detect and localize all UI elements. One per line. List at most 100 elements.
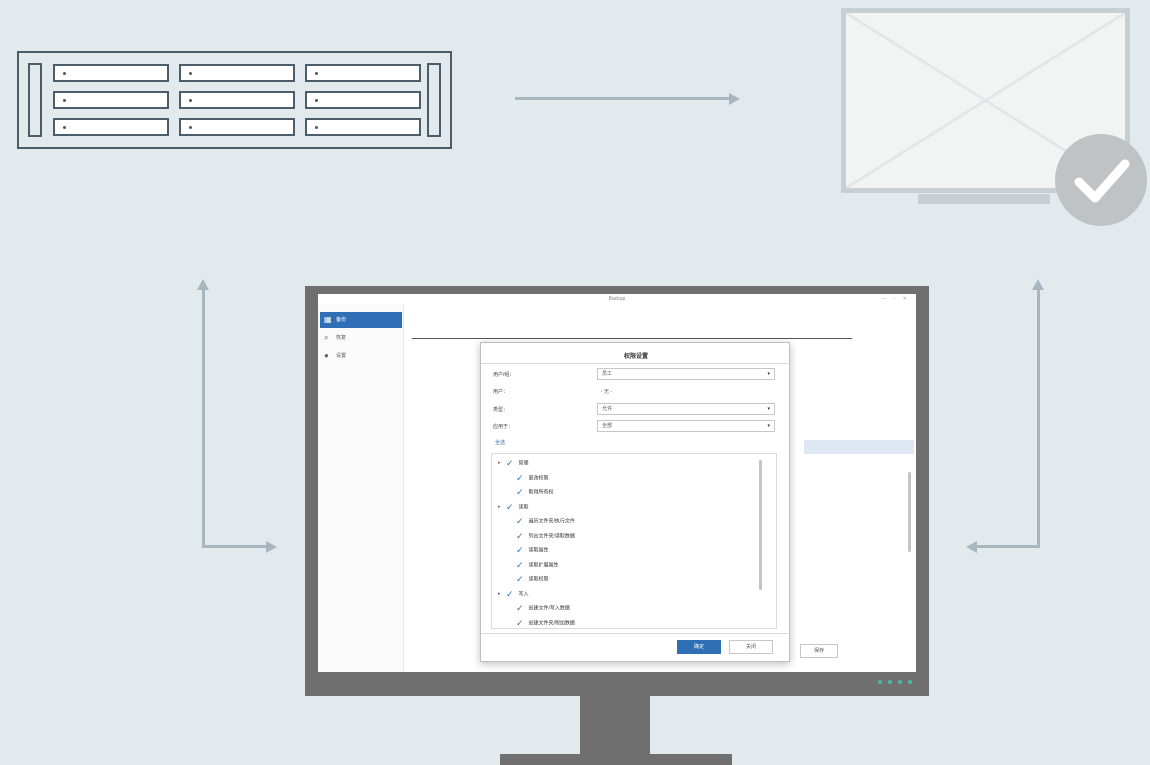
tree-item-label: 读取 — [518, 503, 529, 510]
ok-button[interactable]: 确定 — [677, 640, 721, 654]
status-led — [878, 680, 882, 684]
rack-server — [17, 51, 452, 149]
expand-toggle-icon[interactable]: ▸ — [498, 587, 506, 601]
drive-bay — [179, 64, 295, 82]
window-title: Backup — [608, 296, 626, 302]
tree-item[interactable]: ✓ 读取属性 — [516, 543, 549, 557]
save-button[interactable]: 保存 — [800, 644, 838, 658]
checkbox-check-icon[interactable]: ✓ — [516, 529, 524, 543]
tree-item-label: 读取权限 — [528, 576, 549, 583]
arrow-right-horizontal — [976, 545, 1040, 548]
monitor-stand-neck — [580, 696, 650, 754]
window-controls[interactable]: — ▫ ✕ — [881, 296, 910, 302]
checkbox-check-icon[interactable]: ✓ — [506, 456, 514, 470]
checkbox-check-icon[interactable]: ✓ — [516, 471, 524, 485]
dialog-footer-divider — [481, 633, 791, 634]
checkbox-check-icon[interactable]: ✓ — [516, 514, 524, 528]
arrow-left-horizontal — [202, 545, 268, 548]
tree-item[interactable]: ✓ 取得所有权 — [516, 485, 554, 499]
arrow-right-vertical — [1037, 290, 1040, 548]
expand-toggle-icon[interactable]: ▸ — [498, 456, 506, 470]
monitor-screen: Backup — ▫ ✕ ▦ 备份 ⌕ 恢复 ● 设置 保存 权限设置 用户/组… — [318, 294, 916, 672]
field-label: 用户： — [493, 389, 509, 395]
drive-led-icon — [315, 72, 318, 75]
tree-item[interactable]: ✓ 遍历文件夹/执行文件 — [516, 514, 575, 528]
drive-led-icon — [189, 126, 192, 129]
tree-item[interactable]: ▸ ✓ 读取 — [498, 500, 529, 514]
checkbox-check-icon[interactable]: ✓ — [506, 587, 514, 601]
drive-bay — [53, 91, 169, 109]
checkbox-check-icon[interactable]: ✓ — [516, 572, 524, 586]
apply-to-select[interactable]: 全部 ▾ — [597, 420, 775, 432]
cancel-button[interactable]: 关闭 — [729, 640, 773, 654]
field-label: 类型： — [493, 407, 509, 413]
select-value: 员工 — [602, 371, 613, 377]
content-divider — [412, 338, 852, 339]
select-all-link[interactable]: 全选 — [495, 439, 505, 446]
status-led — [898, 680, 902, 684]
drive-bay — [179, 91, 295, 109]
arrow-left-icon — [966, 541, 977, 553]
tree-item-label: 列出文件夹/读取数据 — [528, 532, 575, 539]
tree-item[interactable]: ✓ 读取扩展属性 — [516, 558, 559, 572]
check-badge — [1055, 134, 1147, 226]
drive-led-icon — [63, 99, 66, 102]
drive-bay — [53, 118, 169, 136]
sidebar-item-backup[interactable]: ▦ 备份 — [320, 312, 402, 328]
drive-led-icon — [189, 99, 192, 102]
rack-handle-left — [28, 63, 42, 137]
tree-scrollbar[interactable] — [759, 460, 762, 590]
drive-led-icon — [63, 72, 66, 75]
sidebar-item-label: 设置 — [336, 353, 347, 359]
sidebar: ▦ 备份 ⌕ 恢复 ● 设置 — [318, 304, 404, 672]
checkbox-check-icon[interactable]: ✓ — [516, 558, 524, 572]
rack-handle-right — [427, 63, 441, 137]
arrow-up-icon — [1032, 279, 1044, 290]
checkbox-check-icon[interactable]: ✓ — [516, 543, 524, 557]
tree-item-label: 创建文件/写入数据 — [528, 605, 570, 612]
tree-item-label: 管理 — [518, 460, 529, 467]
check-icon — [1074, 159, 1130, 203]
field-label: 应用于： — [493, 424, 514, 430]
tree-item-label: 更改权限 — [528, 474, 549, 481]
sidebar-item-restore[interactable]: ⌕ 恢复 — [320, 330, 402, 346]
tree-item-label: 读取扩展属性 — [528, 561, 559, 568]
tree-item-label: 遍历文件夹/执行文件 — [528, 518, 575, 525]
status-led — [888, 680, 892, 684]
permission-dialog: 权限设置 用户/组： 员工 ▾ 用户： - 无 - 类型： 允许 ▾ 应用于： … — [480, 342, 791, 662]
search-icon: ⌕ — [324, 333, 329, 342]
select-value: 允许 — [602, 406, 613, 412]
tree-item[interactable]: ✓ 读取权限 — [516, 572, 549, 586]
selected-row[interactable] — [804, 440, 914, 454]
checkbox-check-icon[interactable]: ✓ — [516, 616, 524, 629]
tree-item-label: 创建文件夹/附加数据 — [528, 619, 575, 626]
content-scrollbar[interactable] — [908, 472, 911, 552]
tree-item[interactable]: ✓ 更改权限 — [516, 471, 549, 485]
grid-icon: ▦ — [324, 315, 332, 324]
file-list-gutter — [404, 444, 408, 672]
dialog-title: 权限设置 — [623, 354, 648, 360]
field-label: 用户/组： — [493, 372, 515, 378]
user-group-select[interactable]: 员工 ▾ — [597, 368, 775, 380]
checkbox-check-icon[interactable]: ✓ — [516, 485, 524, 499]
checkbox-check-icon[interactable]: ✓ — [506, 500, 514, 514]
dialog-header-divider — [481, 363, 791, 364]
expand-toggle-icon[interactable]: ▸ — [498, 500, 506, 514]
sidebar-item-settings[interactable]: ● 设置 — [320, 348, 402, 364]
user-value: - 无 - — [601, 389, 613, 395]
tree-item[interactable]: ✓ 创建文件夹/附加数据 — [516, 616, 575, 629]
target-monitor-base — [918, 194, 1050, 204]
tree-item[interactable]: ▸ ✓ 写入 — [498, 587, 529, 601]
arrow-right-icon — [266, 541, 277, 553]
tree-item[interactable]: ▸ ✓ 管理 — [498, 456, 529, 470]
type-select[interactable]: 允许 ▾ — [597, 403, 775, 415]
tree-item[interactable]: ✓ 列出文件夹/读取数据 — [516, 529, 575, 543]
drive-bay — [305, 118, 421, 136]
tree-item-label: 写入 — [518, 590, 529, 597]
arrow-right-icon — [729, 93, 740, 105]
select-value: 全部 — [602, 423, 613, 429]
checkbox-check-icon[interactable]: ✓ — [516, 601, 524, 615]
arrow-up-icon — [197, 279, 209, 290]
caret-down-icon: ▾ — [767, 423, 770, 429]
tree-item[interactable]: ✓ 创建文件/写入数据 — [516, 601, 570, 615]
